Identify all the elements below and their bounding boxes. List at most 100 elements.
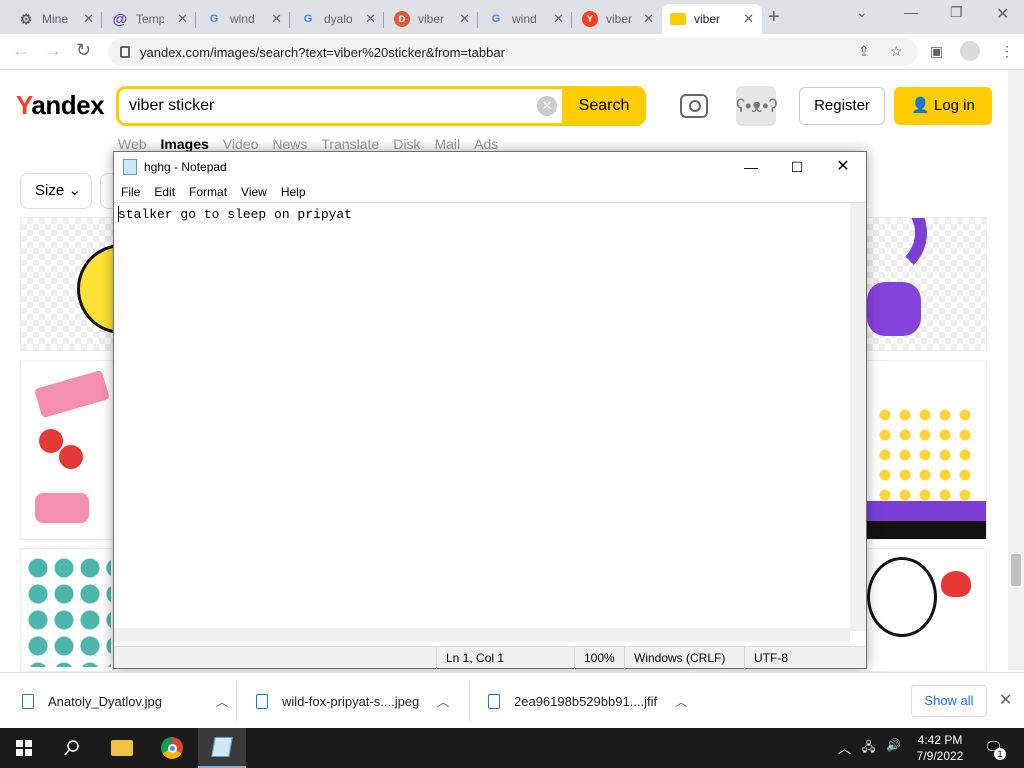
tab-search-icon[interactable]: ⌄ <box>856 4 868 21</box>
minimize-button[interactable]: — <box>728 152 774 182</box>
image-result[interactable] <box>866 548 987 672</box>
tab-video[interactable]: Video <box>223 136 259 152</box>
horizontal-scrollbar[interactable] <box>114 628 850 642</box>
search-button[interactable]: Search <box>562 86 646 126</box>
chrome-icon <box>161 737 183 759</box>
menu-format[interactable]: Format <box>182 182 234 202</box>
cursor-position: Ln 1, Col 1 <box>446 651 505 665</box>
scrollbar-thumb[interactable] <box>1011 554 1021 586</box>
close-tab-icon[interactable]: ✕ <box>177 11 188 27</box>
clock-time: 4:42 PM <box>917 733 963 747</box>
restore-button[interactable]: ❐ <box>950 4 963 21</box>
profile-avatar[interactable] <box>960 41 980 61</box>
browser-tab-active[interactable]: viber ✕ <box>662 4 762 34</box>
login-button[interactable]: 👤 Log in <box>894 87 992 125</box>
chrome-button[interactable] <box>148 728 196 768</box>
back-button[interactable]: ← <box>12 40 30 61</box>
search-box[interactable]: viber sticker ✕ Search <box>116 86 646 126</box>
browser-tab[interactable]: ⚙ Mine ✕ <box>10 4 102 34</box>
page-scrollbar[interactable] <box>1008 70 1024 670</box>
bear-icon[interactable]: ʕ•ᴥ•ʔ <box>736 86 778 126</box>
tab-ads[interactable]: Ads <box>474 136 498 152</box>
browser-tab[interactable]: G wind ✕ <box>198 4 290 34</box>
browser-tab[interactable]: Y viber ✕ <box>574 4 662 34</box>
bookmark-star-icon[interactable]: ☆ <box>890 43 903 60</box>
start-button[interactable] <box>0 728 48 768</box>
image-result[interactable] <box>20 217 114 351</box>
duckduckgo-icon: D <box>394 11 410 27</box>
clock[interactable]: 4:42 PM 7/9/2022 <box>910 732 970 764</box>
close-tab-icon[interactable]: ✕ <box>271 11 282 27</box>
image-result[interactable] <box>866 217 987 351</box>
notepad-taskbar-button[interactable] <box>198 728 246 768</box>
browser-tab[interactable]: @ Temp ✕ <box>104 4 196 34</box>
chevron-up-icon[interactable]: ︿ <box>838 738 851 757</box>
reload-button[interactable]: ↻ <box>76 40 91 61</box>
yandex-images-icon <box>670 13 686 25</box>
new-tab-button[interactable]: + <box>768 6 780 29</box>
tab-news[interactable]: News <box>272 136 307 152</box>
tab-web[interactable]: Web <box>118 136 147 152</box>
side-panel-icon[interactable]: ▣ <box>930 43 943 60</box>
download-item[interactable]: 2ea96198b529bb91....jfif ︿ <box>488 687 687 715</box>
tab-mail[interactable]: Mail <box>434 136 460 152</box>
vertical-scrollbar[interactable] <box>850 203 866 631</box>
downloads-bar: Anatoly_Dyatlov.jpg ︿ wild-fox-pripyat-s… <box>0 672 1024 728</box>
register-button[interactable]: Register <box>799 87 885 125</box>
chevron-up-icon[interactable]: ︿ <box>675 693 687 710</box>
clear-search-icon[interactable]: ✕ <box>537 96 557 116</box>
show-all-button[interactable]: Show all <box>911 685 987 717</box>
google-icon: G <box>491 13 501 25</box>
yandex-logo[interactable]: Yandex <box>16 90 105 121</box>
close-window-button[interactable]: ✕ <box>996 4 1009 24</box>
close-downloads-icon[interactable]: ✕ <box>999 690 1012 710</box>
network-icon[interactable]: 🖧 <box>862 738 875 759</box>
close-tab-icon[interactable]: ✕ <box>553 11 564 27</box>
tab-images[interactable]: Images <box>161 136 209 152</box>
camera-search-icon[interactable] <box>680 94 708 118</box>
windows-logo-icon <box>16 740 32 756</box>
sticker-pack-image <box>25 555 111 667</box>
tab-title: Temp <box>136 12 164 26</box>
close-tab-icon[interactable]: ✕ <box>643 11 654 27</box>
download-item[interactable]: Anatoly_Dyatlov.jpg ︿ <box>22 687 228 715</box>
volume-icon[interactable]: 🔊 <box>886 738 901 752</box>
chevron-up-icon[interactable]: ︿ <box>437 693 449 710</box>
browser-tab[interactable]: G wind ✕ <box>480 4 572 34</box>
close-tab-icon[interactable]: ✕ <box>459 11 470 27</box>
menu-help[interactable]: Help <box>274 182 313 202</box>
image-result[interactable] <box>20 360 114 540</box>
minimize-button[interactable]: — <box>904 4 918 20</box>
heart-sticker <box>39 429 63 453</box>
close-button[interactable]: ✕ <box>820 152 866 182</box>
file-explorer-button[interactable] <box>98 728 146 768</box>
search-input[interactable]: viber sticker <box>129 97 214 115</box>
browser-tab[interactable]: G dyalo ✕ <box>292 4 384 34</box>
menu-view[interactable]: View <box>234 182 274 202</box>
service-tabs: Web Images Video News Translate Disk Mai… <box>118 136 498 152</box>
close-tab-icon[interactable]: ✕ <box>83 11 94 27</box>
chevron-up-icon[interactable]: ︿ <box>216 693 228 710</box>
search-button[interactable] <box>48 728 96 768</box>
menu-kebab-icon[interactable]: ⋮ <box>1000 43 1014 60</box>
text-editor[interactable]: stalker go to sleep on pripyat <box>114 202 866 642</box>
close-tab-icon[interactable]: ✕ <box>365 11 376 27</box>
tab-disk[interactable]: Disk <box>393 136 420 152</box>
menu-file[interactable]: File <box>114 182 147 202</box>
notification-count: 1 <box>994 748 1006 760</box>
address-bar[interactable]: yandex.com/images/search?text=viber%20st… <box>108 38 918 66</box>
menu-edit[interactable]: Edit <box>147 182 182 202</box>
close-tab-icon[interactable]: ✕ <box>743 11 754 27</box>
browser-tab[interactable]: D viber ✕ <box>386 4 478 34</box>
viber-logo-image <box>867 282 921 336</box>
notepad-titlebar[interactable]: hghg - Notepad — ☐ ✕ <box>114 152 866 182</box>
image-result[interactable] <box>866 360 987 540</box>
share-icon[interactable]: ⇪ <box>858 43 870 60</box>
tab-translate[interactable]: Translate <box>321 136 379 152</box>
download-item[interactable]: wild-fox-pripyat-s....jpeg ︿ <box>256 687 449 715</box>
google-icon: G <box>209 13 219 25</box>
maximize-button[interactable]: ☐ <box>774 152 820 182</box>
forward-button[interactable]: → <box>44 40 62 61</box>
image-result[interactable] <box>20 548 114 672</box>
size-filter[interactable]: Size ⌄ <box>20 173 92 209</box>
